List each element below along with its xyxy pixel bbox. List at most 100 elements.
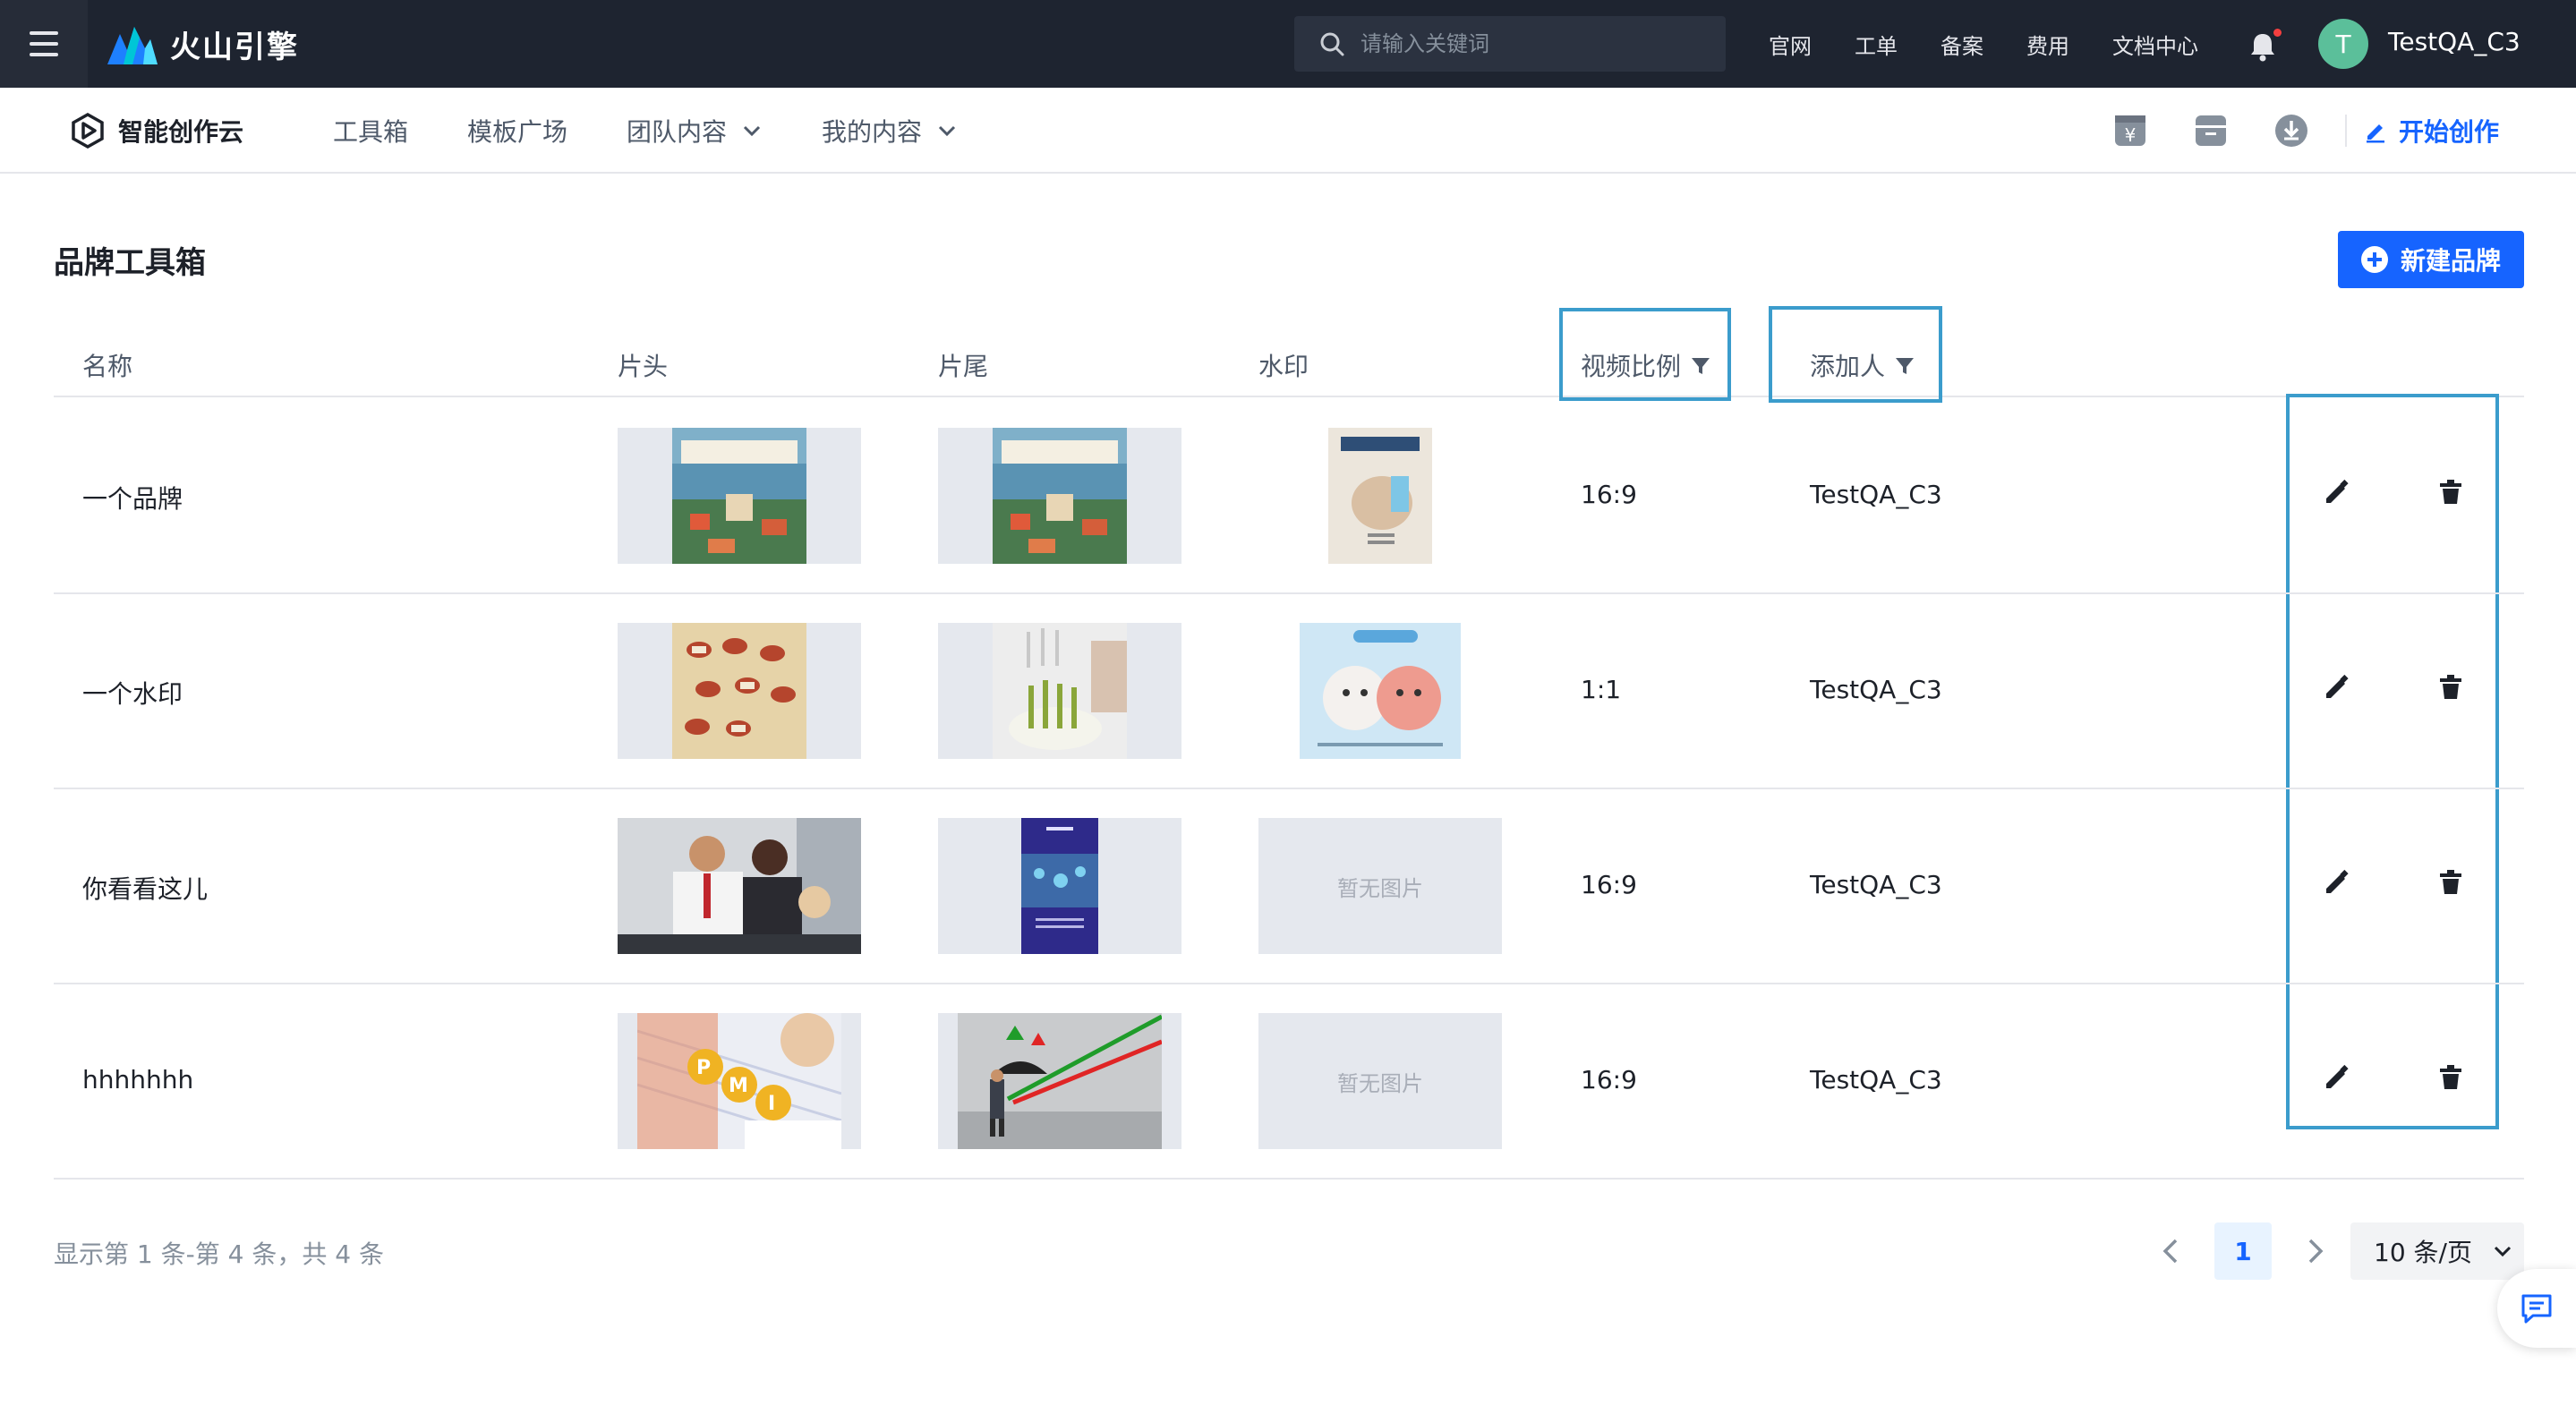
subnav-icons: ¥	[2112, 113, 2309, 149]
feedback-button[interactable]	[2497, 1269, 2576, 1348]
chevron-down-icon	[939, 125, 956, 137]
header-divider	[54, 396, 2524, 397]
row-added-by: TestQA_C3	[1810, 1065, 1942, 1095]
delete-icon[interactable]	[2435, 866, 2467, 899]
column-header-intro: 片头	[618, 352, 669, 381]
download-icon[interactable]	[2273, 113, 2309, 149]
row-divider	[54, 1178, 2524, 1180]
highlight-box-ratio	[1559, 308, 1731, 401]
row-added-by: TestQA_C3	[1810, 480, 1942, 509]
row-ratio: 16:9	[1581, 1065, 1637, 1095]
page-size-select[interactable]: 10 条/页	[2350, 1222, 2524, 1280]
svg-text:¥: ¥	[2125, 124, 2137, 146]
logo[interactable]: 火山引擎	[107, 20, 299, 68]
row-name: 一个水印	[82, 679, 183, 709]
tab-toolbox[interactable]: 工具箱	[333, 113, 408, 149]
delete-icon[interactable]	[2435, 1061, 2467, 1094]
tab-my-content[interactable]: 我的内容	[822, 113, 958, 149]
tab-toolbox-label: 工具箱	[333, 117, 409, 147]
edit-icon[interactable]	[2320, 1061, 2352, 1094]
archive-icon[interactable]	[2193, 113, 2229, 149]
svg-text:I: I	[768, 1093, 775, 1115]
start-create-button[interactable]: 开始创作	[2363, 109, 2499, 152]
chevron-down-icon	[743, 125, 761, 137]
chevron-down-icon	[2494, 1246, 2512, 1257]
chevron-left-icon[interactable]	[2155, 1235, 2188, 1267]
nav-official-site[interactable]: 官网	[1769, 29, 1812, 60]
delete-icon[interactable]	[2435, 671, 2467, 703]
no-image-text: 暂无图片	[1337, 875, 1423, 901]
column-header-outro: 片尾	[938, 352, 989, 381]
tab-template-square[interactable]: 模板广场	[467, 113, 567, 149]
edit-icon	[2367, 124, 2384, 143]
billing-icon[interactable]: ¥	[2112, 113, 2148, 149]
outro-thumbnail[interactable]	[938, 623, 1181, 759]
subnav-items: 工具箱 模板广场 团队内容 我的内容	[333, 88, 958, 174]
page-number-current[interactable]: 1	[2214, 1222, 2272, 1280]
edit-icon[interactable]	[2320, 671, 2352, 703]
watermark-placeholder: 暂无图片	[1258, 1013, 1502, 1149]
intro-thumbnail[interactable]	[618, 428, 861, 564]
username[interactable]: TestQA_C3	[2388, 27, 2521, 56]
top-nav: 官网 工单 备案 费用 文档中心	[1769, 0, 2198, 88]
product-brand[interactable]: 智能创作云	[70, 111, 243, 150]
top-bar: 火山引擎 官网 工单 备案 费用 文档中心 T TestQA_C3	[0, 0, 2576, 88]
tab-my-label: 我的内容	[822, 117, 923, 147]
notification-dot	[2273, 29, 2282, 37]
row-name: 一个品牌	[82, 484, 183, 514]
row-divider	[54, 788, 2524, 789]
intro-thumbnail[interactable]	[618, 818, 861, 954]
nav-docs[interactable]: 文档中心	[2112, 29, 2198, 60]
delete-icon[interactable]	[2435, 476, 2467, 508]
tab-template-label: 模板广场	[467, 117, 568, 147]
new-brand-button[interactable]: 新建品牌	[2338, 231, 2524, 288]
watermark-thumbnail[interactable]	[1258, 623, 1502, 759]
row-added-by: TestQA_C3	[1810, 870, 1942, 899]
row-name: 你看看这儿	[82, 874, 209, 904]
row-added-by: TestQA_C3	[1810, 675, 1942, 704]
page-size-value: 10 条/页	[2374, 1238, 2472, 1267]
page-title: 品牌工具箱	[54, 245, 206, 281]
nav-filing[interactable]: 备案	[1941, 29, 1983, 60]
row-divider	[54, 983, 2524, 984]
search-input[interactable]	[1361, 31, 1701, 56]
tab-team-content[interactable]: 团队内容	[627, 113, 763, 149]
outro-thumbnail[interactable]	[938, 1013, 1181, 1149]
brand-name: 火山引擎	[170, 29, 299, 65]
edit-icon[interactable]	[2320, 476, 2352, 508]
highlight-box-actions	[2286, 394, 2499, 1129]
pagination-summary: 显示第 1 条-第 4 条，共 4 条	[54, 1239, 384, 1269]
intro-thumbnail[interactable]: PMI	[618, 1013, 861, 1149]
nav-billing[interactable]: 费用	[2026, 29, 2069, 60]
edit-icon[interactable]	[2320, 866, 2352, 899]
product-name: 智能创作云	[118, 117, 244, 147]
outro-thumbnail[interactable]	[938, 428, 1181, 564]
row-ratio: 16:9	[1581, 870, 1637, 899]
svg-text:M: M	[729, 1075, 748, 1097]
column-header-watermark: 水印	[1258, 352, 1309, 381]
search-box[interactable]	[1294, 16, 1726, 72]
tab-team-label: 团队内容	[627, 117, 728, 147]
plus-circle-icon	[2360, 246, 2388, 273]
chevron-right-icon[interactable]	[2299, 1235, 2331, 1267]
watermark-placeholder: 暂无图片	[1258, 818, 1502, 954]
play-hexagon-icon	[72, 113, 104, 149]
column-header-name: 名称	[82, 352, 133, 381]
row-name: hhhhhhh	[82, 1065, 194, 1095]
volcano-logo-icon	[107, 27, 158, 64]
menu-icon[interactable]	[0, 0, 88, 88]
outro-thumbnail[interactable]	[938, 818, 1181, 954]
row-divider	[54, 592, 2524, 594]
svg-text:P: P	[696, 1057, 711, 1079]
no-image-text: 暂无图片	[1337, 1070, 1423, 1096]
secondary-nav: 智能创作云 工具箱 模板广场 团队内容 我的内容 ¥ 开始创作	[0, 88, 2576, 174]
divider	[2345, 115, 2347, 147]
watermark-thumbnail[interactable]	[1258, 428, 1502, 564]
intro-thumbnail[interactable]	[618, 623, 861, 759]
chat-icon	[2521, 1294, 2552, 1324]
search-icon	[1320, 32, 1344, 56]
avatar[interactable]: T	[2318, 19, 2368, 69]
row-ratio: 1:1	[1581, 675, 1622, 704]
nav-tickets[interactable]: 工单	[1855, 29, 1898, 60]
highlight-box-added-by	[1769, 306, 1942, 403]
